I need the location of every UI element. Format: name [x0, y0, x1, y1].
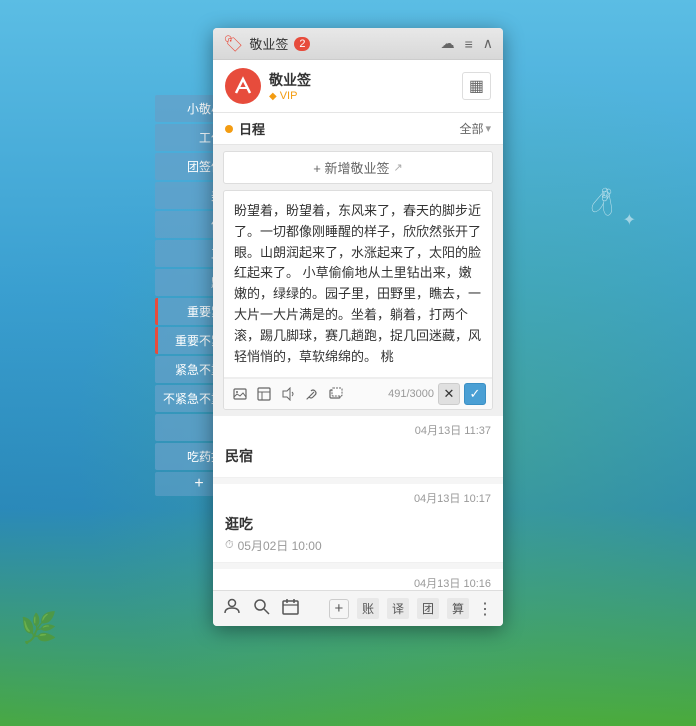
- app-logo-small: 🏷: [223, 34, 243, 54]
- note-cancel-button[interactable]: ✕: [438, 383, 460, 405]
- title-bar-title: 敬业签: [249, 34, 288, 53]
- toolbar-icon-audio[interactable]: [278, 384, 298, 404]
- app-name-block: 敬业签 ◆ VIP: [269, 70, 311, 102]
- team-icon[interactable]: 团: [417, 598, 439, 619]
- notification-badge: 2: [294, 37, 310, 51]
- vip-label: VIP: [280, 90, 298, 102]
- diamond-icon: ◆: [269, 91, 277, 102]
- add-note-button[interactable]: + 新增敬业签 ↗: [223, 151, 493, 184]
- search-icon[interactable]: [253, 598, 270, 620]
- toolbar-icon-image2[interactable]: [254, 384, 274, 404]
- title-bar-left: 🏷 敬业签 2: [223, 34, 310, 54]
- schedule-all-button[interactable]: 全部: [459, 120, 483, 137]
- list-item-date-1: 04月13日 11:37: [213, 416, 503, 440]
- dropdown-icon[interactable]: ▾: [485, 122, 491, 135]
- note-confirm-button[interactable]: ✓: [464, 383, 486, 405]
- list-section-3: 04月13日 10:16 逛夜景 ⏱ 05月01日 19:00: [213, 569, 503, 590]
- schedule-dot: [225, 125, 233, 133]
- title-bar: 🏷 敬业签 2 ☁ ≡ ∧: [213, 28, 503, 60]
- leaf-decoration: 🌿: [20, 611, 57, 646]
- toolbar-icon-image3[interactable]: [326, 384, 346, 404]
- app-logo: [225, 68, 261, 104]
- app-header-left: 敬业签 ◆ VIP: [225, 68, 311, 104]
- vip-badge: ◆ VIP: [269, 90, 311, 102]
- list-item-date-3: 04月13日 10:16: [213, 569, 503, 590]
- schedule-header: 日程 全部 ▾: [213, 113, 503, 145]
- list-item-date-2: 04月13日 10:17: [213, 484, 503, 508]
- bottom-toolbar: + 账 译 团 算 ⋮: [213, 590, 503, 626]
- account-icon[interactable]: 账: [357, 598, 379, 619]
- more-icon[interactable]: ⋮: [477, 599, 493, 619]
- weather-icon[interactable]: ☁: [441, 35, 455, 52]
- schedule-all-container: 全部 ▾: [459, 120, 491, 137]
- calendar-button[interactable]: ▦: [462, 72, 491, 100]
- list-item-time-label-2: 05月02日 10:00: [238, 537, 322, 554]
- list-item-2[interactable]: 逛吃 ⏱ 05月02日 10:00: [213, 508, 503, 563]
- note-toolbar: 491/3000 ✕ ✓: [224, 378, 492, 409]
- app-window: 🏷 敬业签 2 ☁ ≡ ∧ 敬业签 ◆ VIP: [213, 28, 503, 626]
- toolbar-icon-image1[interactable]: [230, 384, 250, 404]
- calendar-bottom-icon[interactable]: [282, 598, 299, 620]
- active-note: 盼望着，盼望着，东风来了，春天的脚步近了。一切都像刚睡醒的样子，欣欣然张开了眼。…: [223, 190, 493, 410]
- bottom-toolbar-left: [223, 597, 299, 620]
- schedule-title: 日程: [239, 119, 265, 138]
- bottom-toolbar-right: + 账 译 团 算 ⋮: [329, 598, 493, 619]
- char-count: 491/3000: [388, 388, 434, 400]
- list-item-title-2: 逛吃: [225, 514, 491, 534]
- translate-icon[interactable]: 译: [387, 598, 409, 619]
- list-item-time-2: ⏱ 05月02日 10:00: [225, 537, 491, 554]
- menu-icon[interactable]: ≡: [465, 36, 473, 52]
- list-section-1: 04月13日 11:37 民宿: [213, 416, 503, 478]
- title-bar-right: ☁ ≡ ∧: [441, 35, 493, 52]
- list-section-2: 04月13日 10:17 逛吃 ⏱ 05月02日 10:00: [213, 484, 503, 563]
- calc-icon[interactable]: 算: [447, 598, 469, 619]
- app-name: 敬业签: [269, 70, 311, 90]
- add-note-arrow-icon: ↗: [394, 161, 403, 174]
- clock-icon-2: ⏱: [225, 539, 234, 552]
- list-item-title-1: 民宿: [225, 446, 491, 466]
- minimize-icon[interactable]: ∧: [483, 35, 493, 52]
- add-bottom-icon[interactable]: +: [329, 599, 349, 619]
- app-header: 敬业签 ◆ VIP ▦: [213, 60, 503, 113]
- note-text[interactable]: 盼望着，盼望着，东风来了，春天的脚步近了。一切都像刚睡醒的样子，欣欣然张开了眼。…: [224, 191, 492, 378]
- add-note-label: + 新增敬业签: [313, 158, 389, 177]
- user-icon[interactable]: [223, 597, 241, 620]
- list-item-1[interactable]: 民宿: [213, 440, 503, 478]
- main-content[interactable]: 盼望着，盼望着，东风来了，春天的脚步近了。一切都像刚睡醒的样子，欣欣然张开了眼。…: [213, 190, 503, 590]
- toolbar-icon-link[interactable]: [302, 384, 322, 404]
- butterfly2-decoration: ✦: [623, 210, 636, 230]
